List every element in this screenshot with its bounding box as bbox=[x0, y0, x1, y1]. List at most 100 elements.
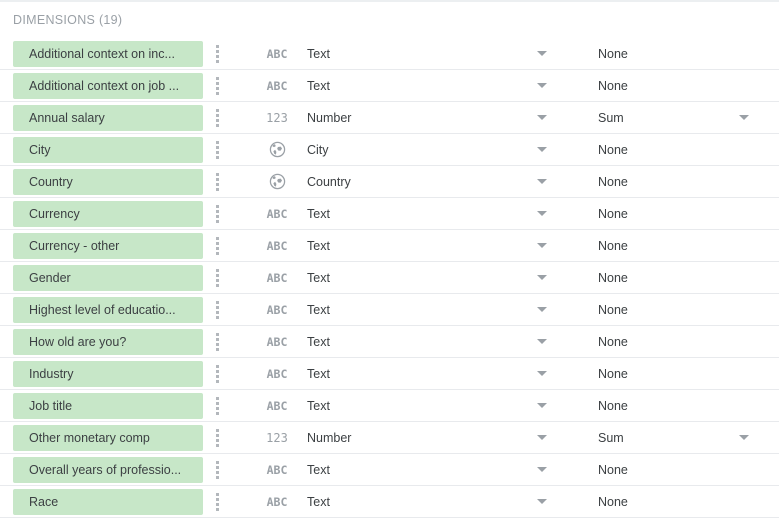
field-type-selector[interactable]: Text bbox=[307, 198, 559, 230]
chevron-down-icon[interactable] bbox=[537, 243, 547, 248]
field-type-selector[interactable]: Number bbox=[307, 102, 559, 134]
drag-handle-icon[interactable] bbox=[215, 492, 219, 511]
chevron-down-icon[interactable] bbox=[537, 499, 547, 504]
drag-handle-icon[interactable] bbox=[215, 332, 219, 351]
field-name-chip[interactable]: Industry bbox=[13, 360, 203, 387]
field-aggregation-selector[interactable]: None bbox=[559, 262, 779, 294]
field-type-selector[interactable]: Text bbox=[307, 38, 559, 70]
drag-handle-cell[interactable] bbox=[203, 358, 231, 390]
field-name-chip[interactable]: Annual salary bbox=[13, 104, 203, 131]
field-aggregation-selector[interactable]: None bbox=[559, 70, 779, 102]
field-name-chip[interactable]: Job title bbox=[13, 392, 203, 419]
field-aggregation-selector[interactable]: None bbox=[559, 454, 779, 486]
chevron-down-icon[interactable] bbox=[537, 307, 547, 312]
field-name-chip[interactable]: Country bbox=[13, 168, 203, 195]
drag-handle-cell[interactable] bbox=[203, 70, 231, 102]
drag-handle-cell[interactable] bbox=[203, 326, 231, 358]
field-type-selector[interactable]: Text bbox=[307, 358, 559, 390]
field-row[interactable]: Industry ABC Text None bbox=[0, 358, 779, 390]
drag-handle-cell[interactable] bbox=[203, 422, 231, 454]
field-name-chip[interactable]: Highest level of educatio... bbox=[13, 296, 203, 323]
field-name-chip[interactable]: Currency bbox=[13, 200, 203, 227]
drag-handle-icon[interactable] bbox=[215, 204, 219, 223]
field-aggregation-selector[interactable]: None bbox=[559, 486, 779, 518]
chevron-down-icon[interactable] bbox=[537, 51, 547, 56]
field-row[interactable]: Additional context on inc... ABC Text None bbox=[0, 38, 779, 70]
field-row[interactable]: Gender ABC Text None bbox=[0, 262, 779, 294]
field-aggregation-selector[interactable]: None bbox=[559, 294, 779, 326]
field-type-selector[interactable]: Country bbox=[307, 166, 559, 198]
field-row[interactable]: Country Country None bbox=[0, 166, 779, 198]
chevron-down-icon[interactable] bbox=[537, 371, 547, 376]
drag-handle-cell[interactable] bbox=[203, 38, 231, 70]
chevron-down-icon[interactable] bbox=[537, 339, 547, 344]
field-row[interactable]: Currency - other ABC Text None bbox=[0, 230, 779, 262]
field-type-selector[interactable]: Text bbox=[307, 262, 559, 294]
field-name-chip[interactable]: Overall years of professio... bbox=[13, 456, 203, 483]
field-name-chip[interactable]: City bbox=[13, 136, 203, 163]
field-type-selector[interactable]: Text bbox=[307, 230, 559, 262]
field-type-selector[interactable]: Text bbox=[307, 486, 559, 518]
field-type-selector[interactable]: Text bbox=[307, 294, 559, 326]
drag-handle-cell[interactable] bbox=[203, 294, 231, 326]
drag-handle-icon[interactable] bbox=[215, 76, 219, 95]
drag-handle-icon[interactable] bbox=[215, 140, 219, 159]
chevron-down-icon[interactable] bbox=[537, 275, 547, 280]
field-row[interactable]: Race ABC Text None bbox=[0, 486, 779, 518]
field-row[interactable]: Additional context on job ... ABC Text None bbox=[0, 70, 779, 102]
field-row[interactable]: How old are you? ABC Text None bbox=[0, 326, 779, 358]
field-type-selector[interactable]: City bbox=[307, 134, 559, 166]
field-row[interactable]: Currency ABC Text None bbox=[0, 198, 779, 230]
field-aggregation-selector[interactable]: None bbox=[559, 198, 779, 230]
drag-handle-icon[interactable] bbox=[215, 364, 219, 383]
field-row[interactable]: Overall years of professio... ABC Text None bbox=[0, 454, 779, 486]
drag-handle-icon[interactable] bbox=[215, 300, 219, 319]
chevron-down-icon[interactable] bbox=[739, 115, 749, 120]
field-row[interactable]: Other monetary comp 123 Number Sum bbox=[0, 422, 779, 454]
drag-handle-icon[interactable] bbox=[215, 44, 219, 63]
chevron-down-icon[interactable] bbox=[537, 179, 547, 184]
field-aggregation-selector[interactable]: None bbox=[559, 166, 779, 198]
drag-handle-icon[interactable] bbox=[215, 460, 219, 479]
field-aggregation-selector[interactable]: None bbox=[559, 230, 779, 262]
drag-handle-cell[interactable] bbox=[203, 486, 231, 518]
drag-handle-icon[interactable] bbox=[215, 396, 219, 415]
field-aggregation-selector[interactable]: Sum bbox=[559, 422, 779, 454]
drag-handle-cell[interactable] bbox=[203, 454, 231, 486]
field-name-chip[interactable]: Currency - other bbox=[13, 232, 203, 259]
field-name-chip[interactable]: Additional context on inc... bbox=[13, 40, 203, 67]
field-name-chip[interactable]: Additional context on job ... bbox=[13, 72, 203, 99]
field-name-chip[interactable]: Gender bbox=[13, 264, 203, 291]
field-row[interactable]: Highest level of educatio... ABC Text None bbox=[0, 294, 779, 326]
chevron-down-icon[interactable] bbox=[537, 403, 547, 408]
drag-handle-cell[interactable] bbox=[203, 198, 231, 230]
chevron-down-icon[interactable] bbox=[537, 115, 547, 120]
drag-handle-cell[interactable] bbox=[203, 166, 231, 198]
field-name-chip[interactable]: How old are you? bbox=[13, 328, 203, 355]
field-row[interactable]: Job title ABC Text None bbox=[0, 390, 779, 422]
drag-handle-cell[interactable] bbox=[203, 102, 231, 134]
field-name-chip[interactable]: Other monetary comp bbox=[13, 424, 203, 451]
field-aggregation-selector[interactable]: Sum bbox=[559, 102, 779, 134]
chevron-down-icon[interactable] bbox=[537, 211, 547, 216]
drag-handle-icon[interactable] bbox=[215, 268, 219, 287]
field-row[interactable]: Annual salary 123 Number Sum bbox=[0, 102, 779, 134]
field-type-selector[interactable]: Text bbox=[307, 454, 559, 486]
field-name-chip[interactable]: Race bbox=[13, 488, 203, 515]
field-row[interactable]: City City None bbox=[0, 134, 779, 166]
drag-handle-icon[interactable] bbox=[215, 108, 219, 127]
chevron-down-icon[interactable] bbox=[739, 435, 749, 440]
field-aggregation-selector[interactable]: None bbox=[559, 358, 779, 390]
field-aggregation-selector[interactable]: None bbox=[559, 326, 779, 358]
drag-handle-cell[interactable] bbox=[203, 262, 231, 294]
field-type-selector[interactable]: Number bbox=[307, 422, 559, 454]
drag-handle-cell[interactable] bbox=[203, 230, 231, 262]
field-aggregation-selector[interactable]: None bbox=[559, 134, 779, 166]
field-aggregation-selector[interactable]: None bbox=[559, 38, 779, 70]
field-aggregation-selector[interactable]: None bbox=[559, 390, 779, 422]
chevron-down-icon[interactable] bbox=[537, 467, 547, 472]
chevron-down-icon[interactable] bbox=[537, 83, 547, 88]
field-type-selector[interactable]: Text bbox=[307, 326, 559, 358]
drag-handle-icon[interactable] bbox=[215, 428, 219, 447]
field-type-selector[interactable]: Text bbox=[307, 70, 559, 102]
